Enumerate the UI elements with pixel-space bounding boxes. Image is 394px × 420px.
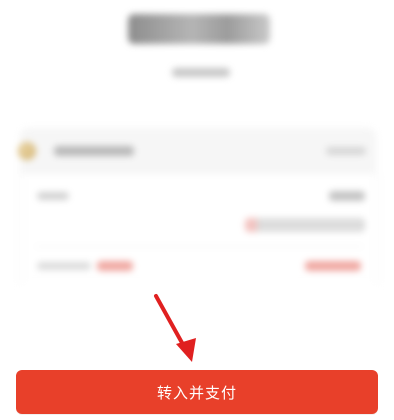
redacted-footer-highlight xyxy=(97,261,133,271)
redacted-footer-value xyxy=(305,261,361,271)
payment-method-card xyxy=(18,128,378,284)
redacted-label xyxy=(37,192,69,200)
redacted-tag xyxy=(245,218,365,232)
transfer-and-pay-button[interactable]: 转入并支付 xyxy=(16,370,378,414)
payment-details xyxy=(20,174,378,284)
redacted-bank-name xyxy=(54,146,134,156)
annotation-arrow-icon xyxy=(154,294,196,362)
payment-method-header[interactable] xyxy=(18,128,376,174)
redacted-amount xyxy=(128,14,270,44)
redacted-value xyxy=(329,191,365,201)
redacted-header-right xyxy=(326,147,366,155)
bank-logo-icon xyxy=(18,142,36,160)
payment-screen: 转入并支付 xyxy=(0,0,394,420)
redacted-amount-subtitle xyxy=(172,68,230,77)
redacted-footer-label xyxy=(37,262,91,270)
divider xyxy=(35,246,363,247)
